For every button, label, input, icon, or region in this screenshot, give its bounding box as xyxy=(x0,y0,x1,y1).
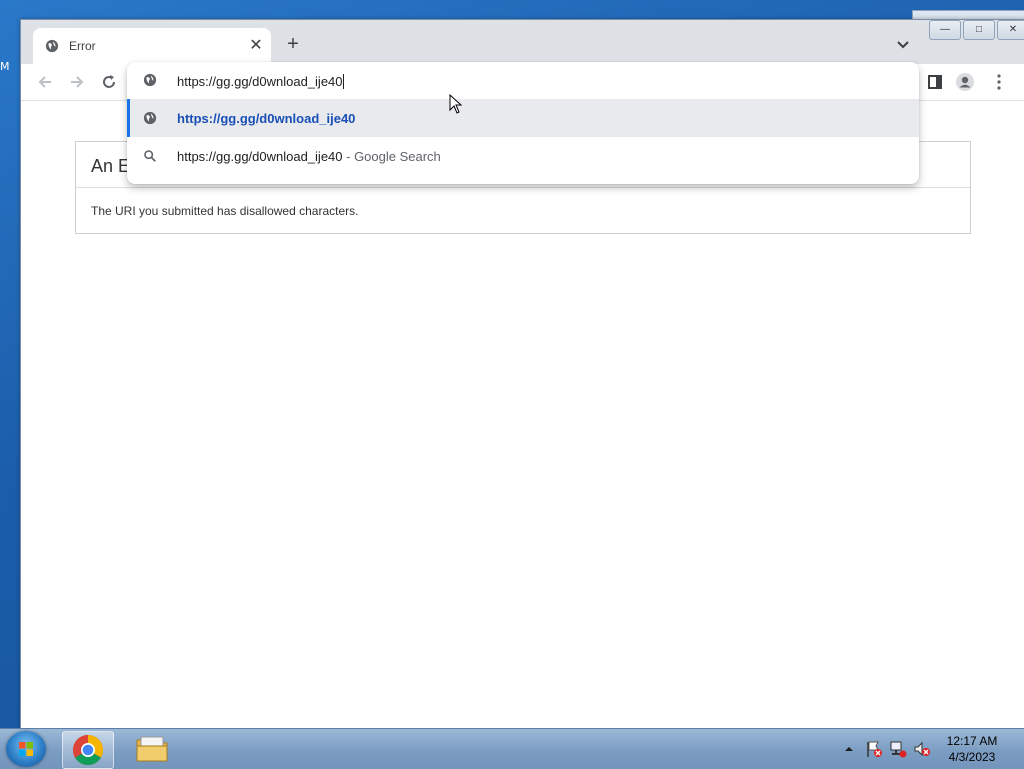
windows-logo-icon xyxy=(19,742,33,756)
maximize-button[interactable]: □ xyxy=(963,20,995,40)
clock[interactable]: 12:17 AM 4/3/2023 xyxy=(930,733,1014,765)
omnibox-dropdown: https://gg.gg/d0wnload_ije40 https://gg.… xyxy=(127,62,919,184)
suggestion-text: https://gg.gg/d0wnload_ije40 xyxy=(177,111,356,126)
tab-error[interactable]: Error ✕ xyxy=(33,28,271,64)
menu-kebab-icon[interactable] xyxy=(989,72,1009,92)
folder-icon xyxy=(136,736,168,762)
text-caret xyxy=(342,74,344,89)
profile-avatar-icon[interactable] xyxy=(955,72,975,92)
clock-date: 4/3/2023 xyxy=(948,750,996,764)
error-heading: An E xyxy=(91,156,131,176)
suggestion-url[interactable]: https://gg.gg/d0wnload_ije40 xyxy=(127,99,919,137)
taskbar-explorer[interactable] xyxy=(128,731,178,767)
volume-muted-icon[interactable] xyxy=(912,739,932,759)
show-hidden-icons-arrow-icon[interactable] xyxy=(842,737,856,761)
action-center-flag-icon[interactable] xyxy=(864,739,884,759)
clock-time: 12:17 AM xyxy=(946,734,998,748)
search-icon xyxy=(144,150,156,162)
tab-strip: Error ✕ + — □ ✕ xyxy=(21,20,1024,64)
side-panel-icon[interactable] xyxy=(925,72,945,92)
divider xyxy=(76,187,970,188)
forward-arrow-icon[interactable] xyxy=(67,72,87,92)
error-message: The URI you submitted has disallowed cha… xyxy=(91,204,359,218)
new-tab-button[interactable]: + xyxy=(283,34,303,54)
omnibox-text[interactable]: https://gg.gg/d0wnload_ije40 xyxy=(177,74,344,89)
chrome-icon xyxy=(72,735,104,766)
chrome-window: Error ✕ + — □ ✕ https://gg.gg/d0wnload_i… xyxy=(20,19,1024,729)
omnibox-input[interactable]: https://gg.gg/d0wnload_ije40 xyxy=(127,62,919,98)
close-button[interactable]: ✕ xyxy=(997,20,1024,40)
suggestion-search[interactable]: https://gg.gg/d0wnload_ije40 - Google Se… xyxy=(127,137,919,175)
window-controls: — □ ✕ xyxy=(927,20,1024,40)
close-icon[interactable]: ✕ xyxy=(247,37,265,55)
network-icon[interactable] xyxy=(888,739,908,759)
tab-title: Error xyxy=(69,39,96,53)
globe-icon xyxy=(143,73,157,87)
mouse-cursor-icon xyxy=(449,94,463,114)
suggestion-text: https://gg.gg/d0wnload_ije40 - Google Se… xyxy=(177,149,441,164)
start-button[interactable] xyxy=(6,731,46,767)
taskbar-chrome[interactable] xyxy=(62,731,114,769)
desktop-icon-edge: M xyxy=(0,60,10,73)
minimize-button[interactable]: — xyxy=(929,20,961,40)
back-arrow-icon[interactable] xyxy=(35,72,55,92)
taskbar: 12:17 AM 4/3/2023 xyxy=(0,728,1024,769)
suggestion-suffix: - Google Search xyxy=(342,149,441,164)
globe-icon xyxy=(143,111,157,125)
chevron-down-icon[interactable] xyxy=(895,36,911,52)
reload-icon[interactable] xyxy=(99,72,119,92)
globe-icon xyxy=(45,39,59,53)
